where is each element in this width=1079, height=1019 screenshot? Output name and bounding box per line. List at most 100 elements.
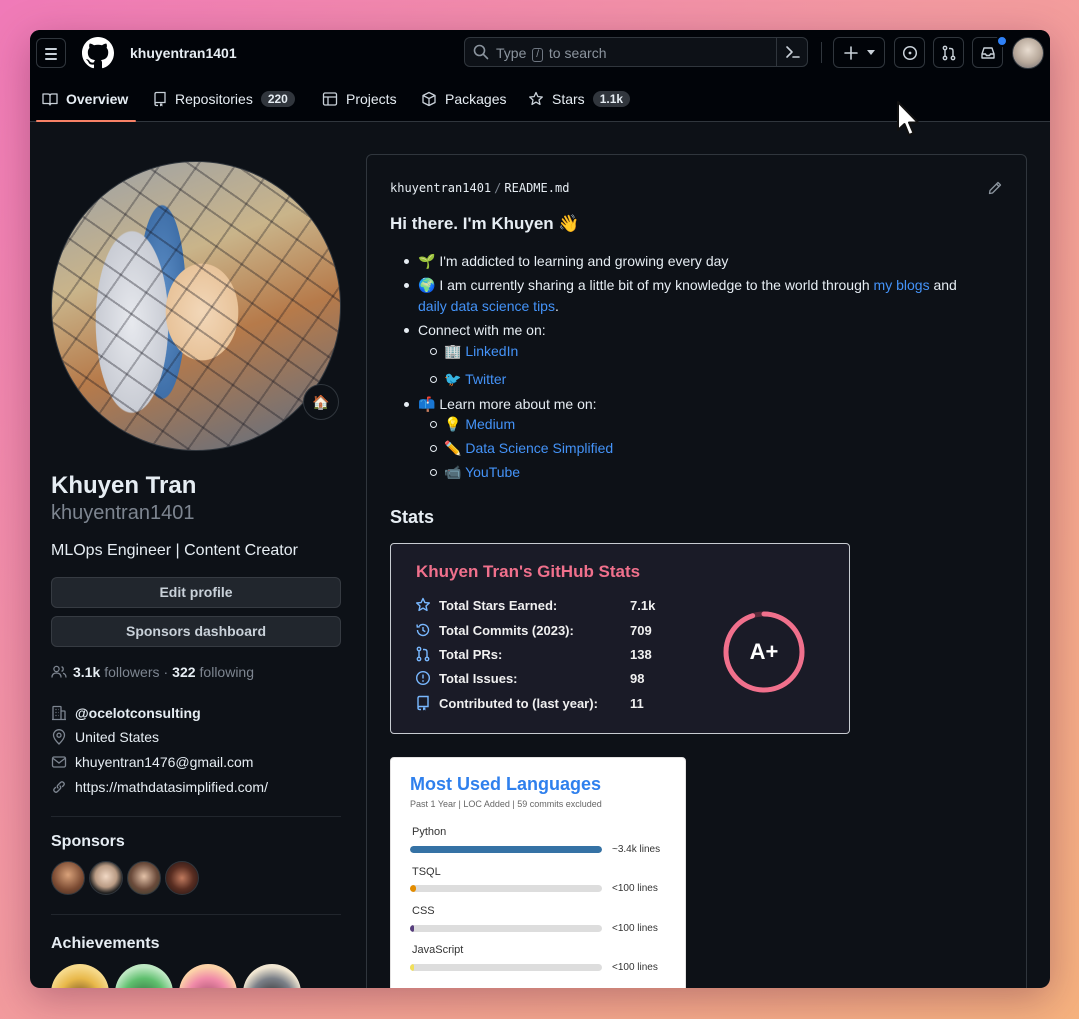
- search-icon: [473, 44, 489, 60]
- follow-stats: 3.1k followers · 322 following: [51, 664, 254, 680]
- status-emoji-button[interactable]: 🏠: [303, 384, 339, 420]
- stat-value-issues: 98: [630, 671, 645, 686]
- organization-icon: [52, 705, 66, 721]
- language-bar-fill: [410, 885, 416, 892]
- achievements-heading: Achievements: [51, 935, 160, 952]
- achievement-badge[interactable]: [243, 964, 301, 988]
- user-avatar-menu[interactable]: [1012, 37, 1044, 69]
- history-icon: [416, 623, 430, 637]
- daily-tips-link[interactable]: daily data science tips: [418, 298, 555, 314]
- readme-list-item-cont: daily data science tips.: [418, 298, 559, 314]
- sponsor-avatar[interactable]: [89, 861, 123, 895]
- following-link[interactable]: 322 following: [172, 664, 254, 680]
- stat-row-contributed: Contributed to (last year):: [415, 695, 598, 711]
- language-amount: <100 lines: [612, 883, 658, 894]
- readme-sublist-item: 🏢 LinkedIn: [430, 341, 518, 361]
- edit-profile-button[interactable]: Edit profile: [51, 577, 341, 608]
- repo-icon: [154, 91, 166, 107]
- sidebar-divider: [51, 816, 341, 817]
- twitter-link[interactable]: Twitter: [465, 371, 506, 387]
- link-icon: [53, 781, 65, 793]
- issue-opened-icon: [902, 45, 918, 61]
- language-name: Python: [412, 826, 447, 838]
- tab-projects[interactable]: Projects: [322, 76, 397, 122]
- readme-breadcrumb: khuyentran1401/README.md: [390, 181, 570, 195]
- pencil-icon[interactable]: [987, 180, 1003, 196]
- pull-requests-button[interactable]: [933, 37, 964, 68]
- languages-card[interactable]: Most Used Languages Past 1 Year | LOC Ad…: [390, 757, 686, 988]
- sponsors-dashboard-button[interactable]: Sponsors dashboard: [51, 616, 341, 647]
- repo-icon: [417, 695, 429, 711]
- readme-sublist-item: ✏️ Data Science Simplified: [430, 438, 613, 458]
- language-bar: [410, 925, 602, 932]
- sponsor-avatar[interactable]: [127, 861, 161, 895]
- inbox-icon: [981, 47, 995, 59]
- header-username[interactable]: khuyentran1401: [130, 45, 237, 61]
- stat-value-stars: 7.1k: [630, 598, 656, 613]
- book-icon: [42, 93, 58, 106]
- stat-row-commits: Total Commits (2023):: [415, 622, 574, 638]
- language-bar: [410, 964, 602, 971]
- search-shortcut-key: /: [532, 48, 544, 62]
- readme-file-link[interactable]: README.md: [504, 181, 569, 195]
- my-blogs-link[interactable]: my blogs: [874, 277, 930, 293]
- readme-sublist-item: 💡 Medium: [430, 414, 515, 434]
- star-icon: [416, 597, 431, 612]
- star-icon: [529, 91, 543, 106]
- youtube-link[interactable]: YouTube: [465, 464, 520, 480]
- achievement-badge[interactable]: [179, 964, 237, 988]
- tab-stars[interactable]: Stars 1.1k: [528, 76, 631, 122]
- notification-indicator: [996, 35, 1008, 47]
- profile-location: United States: [51, 729, 159, 745]
- command-palette-button[interactable]: [776, 38, 807, 66]
- profile-email[interactable]: khuyentran1476@gmail.com: [51, 754, 253, 770]
- tab-repositories[interactable]: Repositories 220: [153, 76, 295, 122]
- mail-icon: [51, 756, 67, 768]
- data-science-simplified-link[interactable]: Data Science Simplified: [465, 440, 613, 456]
- language-name: TSQL: [412, 866, 441, 878]
- create-new-button[interactable]: [833, 37, 885, 68]
- profile-company[interactable]: @ocelotconsulting: [51, 705, 201, 721]
- search-input[interactable]: Type / to search: [464, 37, 808, 67]
- issues-button[interactable]: [894, 37, 925, 68]
- language-bar: [410, 885, 602, 892]
- github-logo-icon[interactable]: [82, 37, 114, 69]
- stat-row-issues: Total Issues:: [415, 670, 518, 686]
- readme-title: Hi there. I'm Khuyen 👋: [390, 214, 580, 233]
- achievement-badge[interactable]: [51, 964, 109, 988]
- profile-avatar[interactable]: [51, 161, 341, 451]
- github-stats-card[interactable]: Khuyen Tran's GitHub Stats Total Stars E…: [390, 543, 850, 734]
- global-header: khuyentran1401 Type / to search: [30, 30, 1050, 76]
- stat-value-prs: 138: [630, 647, 652, 662]
- language-bar-fill: [410, 846, 602, 853]
- languages-card-title: Most Used Languages: [410, 774, 602, 794]
- readme-owner-link[interactable]: khuyentran1401: [390, 181, 491, 195]
- browser-window: khuyentran1401 Type / to search Overview…: [30, 30, 1050, 988]
- caret-down-icon: [867, 50, 875, 55]
- sponsor-avatar[interactable]: [51, 861, 85, 895]
- tab-overview[interactable]: Overview: [35, 76, 137, 122]
- stat-row-prs: Total PRs:: [415, 646, 502, 662]
- stat-value-commits: 709: [630, 623, 652, 638]
- linkedin-link[interactable]: LinkedIn: [465, 343, 518, 359]
- readme-list-item: Connect with me on:: [404, 320, 546, 340]
- medium-link[interactable]: Medium: [465, 416, 515, 432]
- profile-login: khuyentran1401: [51, 502, 195, 524]
- sponsor-avatar[interactable]: [165, 861, 199, 895]
- tab-packages[interactable]: Packages: [421, 76, 506, 122]
- git-pull-request-icon: [416, 646, 430, 662]
- language-name: JavaScript: [412, 944, 464, 956]
- stars-count: 1.1k: [592, 91, 631, 107]
- plus-icon: [844, 46, 858, 60]
- achievement-badge[interactable]: [115, 964, 173, 988]
- readme-sublist-item: 📹 YouTube: [430, 462, 520, 482]
- table-icon: [322, 92, 338, 106]
- terminal-icon: [786, 46, 800, 58]
- search-placeholder: Type / to search: [496, 45, 607, 62]
- followers-link[interactable]: 3.1k followers: [73, 664, 160, 680]
- profile-full-name: Khuyen Tran: [51, 472, 197, 499]
- profile-website[interactable]: https://mathdatasimplified.com/: [51, 779, 268, 795]
- menu-button[interactable]: [36, 38, 66, 68]
- language-bar: [410, 846, 602, 853]
- stat-value-contributed: 11: [630, 696, 644, 711]
